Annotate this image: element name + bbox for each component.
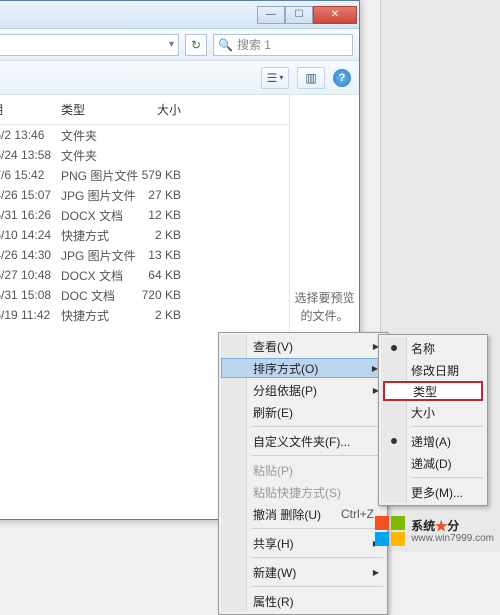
menu-separator [251, 557, 383, 558]
table-row[interactable]: /4/26 14:30JPG 图片文件13 KB [0, 245, 289, 265]
cell-size: 13 KB [141, 248, 201, 262]
menu-separator [411, 477, 483, 478]
ms-logo-icon [375, 516, 405, 546]
chevron-down-icon: ▾ [169, 39, 174, 50]
search-icon: 🔍 [218, 38, 233, 52]
table-row[interactable]: /5/31 16:26DOCX 文档12 KB [0, 205, 289, 225]
context-menu: 查看(V) 排序方式(O) 分组依据(P) 刷新(E) 自定义文件夹(F)...… [218, 332, 388, 615]
table-row[interactable]: /5/24 13:58文件夹 [0, 145, 289, 165]
refresh-button[interactable]: ↻ [185, 34, 207, 56]
address-toolbar: ▾ ↻ 🔍 搜索 1 [0, 29, 359, 61]
cell-size: 64 KB [141, 268, 201, 282]
cell-size: 720 KB [141, 288, 201, 302]
watermark: 系统★分 www.win7999.com [375, 516, 494, 546]
cell-type: DOC 文档 [61, 287, 141, 304]
table-row[interactable]: /5/10 14:24快捷方式2 KB [0, 225, 289, 245]
cell-date: /5/31 16:26 [0, 208, 61, 222]
table-row[interactable]: /6/2 13:46文件夹 [0, 125, 289, 145]
menu-view[interactable]: 查看(V) [221, 335, 385, 357]
menu-separator [251, 528, 383, 529]
cell-size: 579 KB [141, 168, 201, 182]
menu-share[interactable]: 共享(H) [221, 532, 385, 554]
preview-placeholder: 选择要预览的文件。 [294, 289, 355, 325]
menu-customize[interactable]: 自定义文件夹(F)... [221, 430, 385, 452]
menu-paste: 粘贴(P) [221, 459, 385, 481]
cell-date: /5/31 15:08 [0, 288, 61, 302]
sort-more[interactable]: 更多(M)... [381, 481, 485, 503]
sort-ascending[interactable]: 递增(A) [381, 430, 485, 452]
search-placeholder: 搜索 1 [237, 36, 271, 53]
header-size[interactable]: 大小 [141, 101, 201, 118]
column-headers[interactable]: 期 类型 大小 [0, 95, 289, 125]
table-row[interactable]: /5/31 15:08DOC 文档720 KB [0, 285, 289, 305]
cell-type: DOCX 文档 [61, 267, 141, 284]
view-mode-button[interactable]: ☰ [261, 67, 289, 89]
menu-paste-shortcut: 粘贴快捷方式(S) [221, 481, 385, 503]
cell-date: /6/2 13:46 [0, 128, 61, 142]
table-row[interactable]: /5/27 10:48DOCX 文档64 KB [0, 265, 289, 285]
menu-separator [251, 586, 383, 587]
table-row[interactable]: /5/19 11:42快捷方式2 KB [0, 305, 289, 325]
file-rows: /6/2 13:46文件夹/5/24 13:58文件夹/7/6 15:42PNG… [0, 125, 289, 325]
cell-type: JPG 图片文件 [61, 187, 141, 204]
minimize-button[interactable]: — [257, 6, 285, 24]
cell-date: /4/26 14:30 [0, 248, 61, 262]
sort-modified-date[interactable]: 修改日期 [381, 359, 485, 381]
cell-date: /5/10 14:24 [0, 228, 61, 242]
sort-size[interactable]: 大小 [381, 401, 485, 423]
cell-type: 快捷方式 [61, 307, 141, 324]
cell-type: 文件夹 [61, 147, 141, 164]
menu-undo[interactable]: 撤消 删除(U)Ctrl+Z [221, 503, 385, 525]
cell-size: 2 KB [141, 228, 201, 242]
shortcut-label: Ctrl+Z [321, 507, 374, 521]
cell-type: PNG 图片文件 [61, 167, 141, 184]
cell-date: /5/27 10:48 [0, 268, 61, 282]
cell-size: 12 KB [141, 208, 201, 222]
cell-date: /5/19 11:42 [0, 308, 61, 322]
cell-type: 快捷方式 [61, 227, 141, 244]
menu-separator [251, 426, 383, 427]
search-box[interactable]: 🔍 搜索 1 [213, 34, 353, 56]
address-bar[interactable]: ▾ [0, 34, 179, 56]
cell-date: /4/26 15:07 [0, 188, 61, 202]
close-button[interactable]: ✕ [313, 6, 357, 24]
sort-descending[interactable]: 递减(D) [381, 452, 485, 474]
sort-submenu: 名称 修改日期 类型 大小 递增(A) 递减(D) 更多(M)... [378, 334, 488, 506]
watermark-text: 系统★分 www.win7999.com [411, 518, 494, 544]
radio-dot-icon [391, 438, 397, 444]
help-icon[interactable]: ? [333, 69, 351, 87]
menu-new[interactable]: 新建(W) [221, 561, 385, 583]
menu-properties[interactable]: 属性(R) [221, 590, 385, 612]
cell-type: DOCX 文档 [61, 207, 141, 224]
cell-size: 27 KB [141, 188, 201, 202]
cell-size: 2 KB [141, 308, 201, 322]
window-buttons: — ☐ ✕ [257, 6, 357, 24]
header-type[interactable]: 类型 [61, 101, 141, 118]
view-toolbar: ☰ ▥ ? [0, 61, 359, 95]
menu-refresh[interactable]: 刷新(E) [221, 401, 385, 423]
cell-type: JPG 图片文件 [61, 247, 141, 264]
header-date[interactable]: 期 [0, 101, 61, 118]
menu-separator [251, 455, 383, 456]
cell-date: /7/6 15:42 [0, 168, 61, 182]
table-row[interactable]: /7/6 15:42PNG 图片文件579 KB [0, 165, 289, 185]
radio-dot-icon [391, 345, 397, 351]
titlebar[interactable]: — ☐ ✕ [0, 1, 359, 29]
menu-separator [411, 426, 483, 427]
menu-group[interactable]: 分组依据(P) [221, 379, 385, 401]
sort-type[interactable]: 类型 [383, 381, 483, 401]
table-row[interactable]: /4/26 15:07JPG 图片文件27 KB [0, 185, 289, 205]
menu-sort[interactable]: 排序方式(O) [221, 358, 385, 378]
cell-type: 文件夹 [61, 127, 141, 144]
sort-name[interactable]: 名称 [381, 337, 485, 359]
preview-pane-button[interactable]: ▥ [297, 67, 325, 89]
maximize-button[interactable]: ☐ [285, 6, 313, 24]
cell-date: /5/24 13:58 [0, 148, 61, 162]
